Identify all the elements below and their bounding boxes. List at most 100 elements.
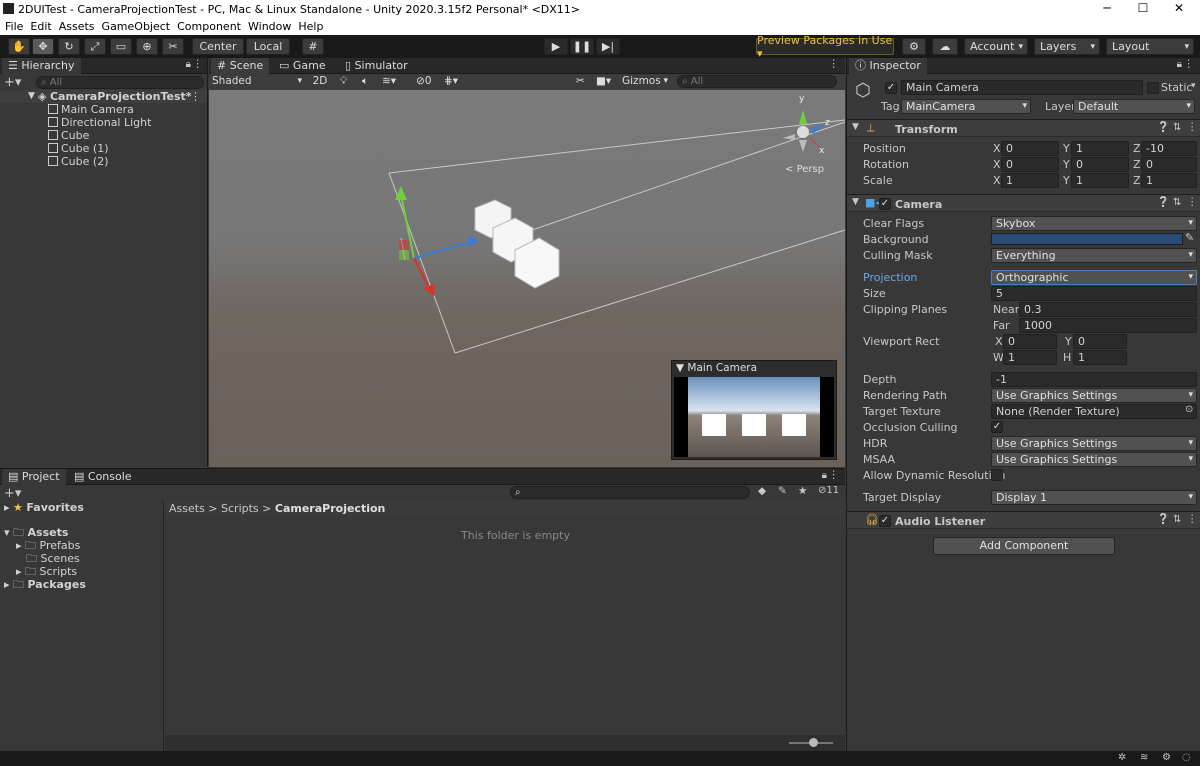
breadcrumb-item[interactable]: Assets bbox=[169, 502, 205, 515]
filter-label-icon[interactable]: ✎ bbox=[778, 485, 787, 497]
scene-menu-icon[interactable]: ⋮ bbox=[829, 58, 840, 70]
rotate-tool-icon[interactable]: ↻ bbox=[58, 38, 80, 55]
folder-prefabs[interactable]: ▸ 🗀 Prefabs bbox=[16, 539, 80, 552]
pivot-local-button[interactable]: Local bbox=[246, 38, 290, 55]
folder-scripts[interactable]: ▸ 🗀 Scripts bbox=[16, 565, 77, 578]
static-checkbox[interactable] bbox=[1147, 82, 1159, 94]
folder-scenes[interactable]: 🗀 Scenes bbox=[26, 552, 80, 565]
hierarchy-search-input[interactable]: ⌕ All bbox=[36, 76, 204, 89]
build-icon[interactable]: ⚙ bbox=[1162, 752, 1171, 763]
tab-project[interactable]: ▤ Project bbox=[2, 469, 66, 485]
lighting-toggle-icon[interactable]: 💡︎ bbox=[337, 75, 355, 90]
move-gizmo[interactable] bbox=[395, 186, 479, 296]
hand-tool-icon[interactable]: ✋ bbox=[8, 38, 30, 55]
favorites-star-icon[interactable]: ★ bbox=[798, 485, 807, 497]
dynamic-resolution-checkbox[interactable] bbox=[991, 469, 1003, 481]
help-icon[interactable]: ❔ bbox=[1157, 514, 1169, 525]
kebab-menu-icon[interactable]: ⋮ bbox=[829, 469, 840, 481]
collapse-arrow-icon[interactable]: ▼ bbox=[852, 197, 859, 207]
menu-file[interactable]: File bbox=[5, 18, 23, 35]
projection-dropdown[interactable]: Orthographic bbox=[991, 270, 1197, 285]
menu-component[interactable]: Component bbox=[177, 18, 241, 35]
rect-tool-icon[interactable]: ▭ bbox=[110, 38, 132, 55]
persp-toggle[interactable]: < Persp bbox=[785, 164, 824, 175]
background-color-swatch[interactable] bbox=[991, 233, 1183, 245]
clear-flags-dropdown[interactable]: Skybox bbox=[991, 216, 1197, 231]
target-texture-field[interactable]: None (Render Texture) bbox=[991, 404, 1197, 419]
position-x-field[interactable]: 0 bbox=[1001, 141, 1059, 156]
lock-icon[interactable]: 🔒︎ bbox=[822, 470, 827, 481]
help-icon[interactable]: ❔ bbox=[1157, 122, 1169, 133]
rotation-x-field[interactable]: 0 bbox=[1001, 157, 1059, 172]
tab-hierarchy[interactable]: ☰ Hierarchy bbox=[2, 58, 81, 74]
collapse-arrow-icon[interactable]: ▼ bbox=[852, 122, 859, 132]
presets-icon[interactable]: ⇅ bbox=[1173, 122, 1181, 133]
hdr-dropdown[interactable]: Use Graphics Settings bbox=[991, 436, 1197, 451]
step-button[interactable]: ▶| bbox=[596, 38, 620, 55]
position-y-field[interactable]: 1 bbox=[1071, 141, 1129, 156]
static-dropdown-icon[interactable]: ▾ bbox=[1191, 81, 1196, 91]
expand-arrow-icon[interactable]: ▼ bbox=[28, 90, 35, 103]
cache-icon[interactable]: ≋ bbox=[1140, 752, 1148, 763]
packages-folder[interactable]: ▸ 🗀 Packages bbox=[4, 578, 86, 591]
component-menu-icon[interactable]: ⋮ bbox=[1187, 196, 1198, 208]
menu-window[interactable]: Window bbox=[248, 18, 291, 35]
viewport-h-field[interactable]: 1 bbox=[1073, 350, 1127, 365]
depth-field[interactable]: -1 bbox=[991, 372, 1197, 387]
camera-enabled-checkbox[interactable]: ✓ bbox=[879, 198, 891, 210]
filter-type-icon[interactable]: ◆ bbox=[758, 485, 766, 497]
transform-tool-icon[interactable]: ⊕ bbox=[136, 38, 158, 55]
gizmos-dropdown[interactable]: Gizmos ▾ bbox=[619, 75, 671, 90]
tag-dropdown[interactable]: MainCamera bbox=[901, 99, 1031, 114]
msaa-dropdown[interactable]: Use Graphics Settings bbox=[991, 452, 1197, 467]
collab-icon[interactable]: ⚙ bbox=[902, 38, 926, 55]
shading-mode-dropdown[interactable]: Shaded ▾ bbox=[209, 75, 305, 90]
bug-icon[interactable]: ✲ bbox=[1118, 752, 1126, 763]
position-z-field[interactable]: -10 bbox=[1141, 141, 1197, 156]
kebab-menu-icon[interactable]: ⋮ bbox=[193, 58, 204, 70]
lock-icon[interactable]: 🔒︎ bbox=[186, 59, 191, 70]
menu-gameobject[interactable]: GameObject bbox=[102, 18, 171, 35]
scale-x-field[interactable]: 1 bbox=[1001, 173, 1059, 188]
hierarchy-item-directional-light[interactable]: Directional Light bbox=[0, 116, 207, 129]
hidden-packages-toggle[interactable]: ⊘11 bbox=[818, 485, 839, 496]
assets-folder[interactable]: ▾ 🗀 Assets bbox=[4, 526, 68, 539]
add-icon[interactable]: +▾ bbox=[4, 75, 21, 90]
cloud-icon[interactable]: ☁ bbox=[932, 38, 958, 55]
audio-listener-enabled-checkbox[interactable]: ✓ bbox=[879, 515, 891, 527]
presets-icon[interactable]: ⇅ bbox=[1173, 514, 1181, 525]
pivot-center-button[interactable]: Center bbox=[192, 38, 244, 55]
scale-y-field[interactable]: 1 bbox=[1071, 173, 1129, 188]
tab-console[interactable]: ▤ Console bbox=[68, 469, 138, 485]
hierarchy-item-cube-2[interactable]: Cube (2) bbox=[0, 155, 207, 168]
viewport-w-field[interactable]: 1 bbox=[1003, 350, 1057, 365]
size-field[interactable]: 5 bbox=[991, 286, 1197, 301]
scene-root-item[interactable]: ▼ ◈ CameraProjectionTest* ⋮ bbox=[0, 90, 207, 103]
culling-mask-dropdown[interactable]: Everything bbox=[991, 248, 1197, 263]
camera-settings-icon[interactable]: ■▾ bbox=[593, 75, 619, 90]
mode-2d-toggle[interactable]: 2D bbox=[309, 75, 331, 90]
hierarchy-item-cube-1[interactable]: Cube (1) bbox=[0, 142, 207, 155]
scene-menu-icon[interactable]: ⋮ bbox=[190, 90, 201, 103]
account-dropdown[interactable]: Account ▾ bbox=[964, 38, 1028, 55]
component-menu-icon[interactable]: ⋮ bbox=[1187, 121, 1198, 133]
hierarchy-item-cube[interactable]: Cube bbox=[0, 129, 207, 142]
zoom-slider-handle[interactable] bbox=[809, 738, 818, 747]
create-asset-icon[interactable]: +▾ bbox=[4, 486, 21, 501]
menu-edit[interactable]: Edit bbox=[30, 18, 51, 35]
object-picker-icon[interactable]: ⊙ bbox=[1185, 404, 1193, 415]
menu-help[interactable]: Help bbox=[298, 18, 323, 35]
progress-icon[interactable]: ◌ bbox=[1182, 752, 1191, 763]
active-checkbox[interactable]: ✓ bbox=[885, 82, 897, 94]
eyedropper-icon[interactable]: ✎ bbox=[1185, 231, 1194, 244]
viewport-y-field[interactable]: 0 bbox=[1073, 334, 1127, 349]
scene-search-input[interactable]: ⌕ All bbox=[677, 75, 837, 88]
grid-snap-icon[interactable]: # bbox=[302, 38, 324, 55]
transform-header[interactable]: ▼ ⟂ Transform ❔ ⇅ ⋮ bbox=[847, 119, 1200, 137]
tools-icon[interactable]: ✂ bbox=[573, 75, 589, 90]
kebab-menu-icon[interactable]: ⋮ bbox=[1184, 58, 1195, 70]
play-button[interactable]: ▶ bbox=[544, 38, 568, 55]
rendering-path-dropdown[interactable]: Use Graphics Settings bbox=[991, 388, 1197, 403]
pause-button[interactable]: ❚❚ bbox=[570, 38, 594, 55]
move-tool-icon[interactable]: ✥ bbox=[32, 38, 54, 55]
